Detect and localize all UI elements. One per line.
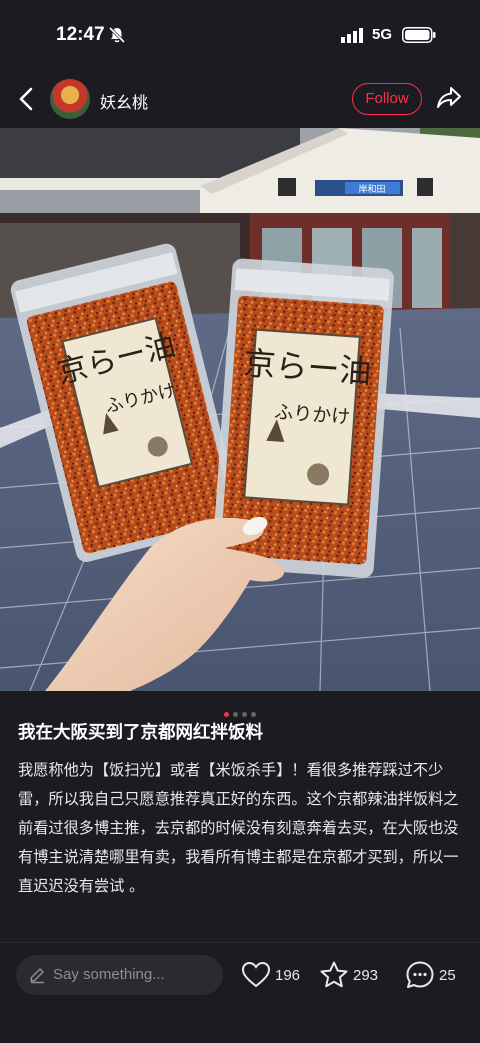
share-icon[interactable] (436, 85, 462, 111)
carousel-dot (251, 712, 256, 717)
like-count: 196 (275, 967, 301, 984)
author-name[interactable]: 妖幺桃 (100, 89, 148, 113)
station-sign-text: 岸和田 (358, 184, 385, 195)
carousel-indicator (0, 702, 480, 717)
post-title: 我在大阪买到了京都网红拌饭料 (18, 723, 263, 743)
battery-icon (402, 27, 436, 43)
carousel-dot (233, 712, 238, 717)
status-time: 12:47 (56, 24, 105, 45)
carousel-dot (242, 712, 247, 717)
network-type: 5G (372, 26, 393, 43)
comment-input[interactable]: Say something... (16, 955, 223, 995)
avatar[interactable] (50, 79, 90, 119)
follow-button[interactable]: Follow (352, 83, 422, 115)
comment-count: 25 (439, 967, 456, 984)
pencil-icon (30, 968, 44, 984)
post-body: 我愿称他为【饭扫光】或者【米饭杀手】！看很多推荐踩过不少雷，所以我自己只愿意推荐… (18, 761, 459, 895)
carousel-dot-active (224, 712, 229, 717)
divider (0, 942, 480, 943)
status-bar: 12:47 5G (0, 0, 480, 70)
comment-bubble-icon (406, 961, 434, 988)
photo-illustration: 岸和田 京らー油 ふりかけ 京らー油 ふりかけ (0, 128, 480, 691)
post-photo[interactable]: 岸和田 京らー油 ふりかけ 京らー油 ふりかけ (0, 128, 480, 691)
comment-placeholder: Say something... (53, 966, 165, 983)
star-icon (320, 961, 348, 988)
collect-count: 293 (353, 967, 379, 984)
post-header: 妖幺桃 Follow (0, 70, 480, 128)
heart-icon (241, 961, 271, 988)
back-icon[interactable] (16, 86, 38, 112)
signal-icon (341, 28, 363, 43)
bell-mute-icon (108, 26, 126, 44)
